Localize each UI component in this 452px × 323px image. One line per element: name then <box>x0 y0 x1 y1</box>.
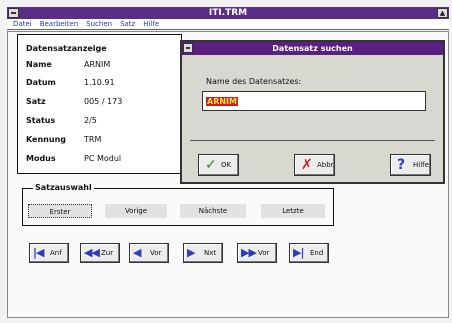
record-info-panel: Datensatzanzeige Name ARNIM Datum 1.10.9… <box>17 34 182 174</box>
menu-bar: Datei Bearbeiten Suchen Satz Hilfe <box>7 19 449 30</box>
nav-label: Vor <box>150 249 162 257</box>
menu-suchen[interactable]: Suchen <box>86 19 112 29</box>
info-value: PC Modul <box>84 154 122 163</box>
maximize-button[interactable]: ▲ <box>437 8 448 18</box>
question-mark-icon: ? <box>397 157 406 173</box>
record-select-group: Satzauswahl Erster Vorige Nächste Letzte <box>22 183 334 226</box>
info-label: Datum <box>26 78 56 87</box>
nav-label: Zur <box>101 249 114 257</box>
info-label: Status <box>26 116 56 125</box>
info-value: 2/5 <box>84 116 97 125</box>
info-heading: Datensatzanzeige <box>26 44 107 53</box>
dialog-title: Datensatz suchen <box>272 44 353 53</box>
menu-datei[interactable]: Datei <box>13 19 32 29</box>
ok-button[interactable]: ✓ OK <box>198 154 239 176</box>
dialog-prompt: Name des Datensatzes: <box>206 77 302 86</box>
last-record-button[interactable]: Letzte <box>261 204 325 218</box>
rewind-icon: ◀◀ <box>84 246 100 259</box>
info-row: Status 2/5 <box>26 116 176 128</box>
title-bar: ITI.TRM ▲ <box>7 7 449 19</box>
info-row: Modus PC Modul <box>26 154 176 166</box>
group-caption: Satzauswahl <box>33 183 94 192</box>
nav-label: Nxt <box>204 249 217 257</box>
dialog-title-bar: Datensatz suchen <box>182 42 443 55</box>
search-input[interactable]: ARNIM <box>202 91 426 111</box>
info-value: 005 / 173 <box>84 97 123 106</box>
app-window: ITI.TRM ▲ Datei Bearbeiten Suchen Satz H… <box>0 0 452 323</box>
cancel-button[interactable]: ✗ Abbr. <box>294 154 335 176</box>
window-title: ITI.TRM <box>208 8 248 18</box>
ok-button-label: OK <box>221 161 232 169</box>
nav-fast-forward-button[interactable]: ▶▶ Vor <box>237 243 277 263</box>
nav-prev-button[interactable]: ◀ Vor <box>129 243 169 263</box>
info-row: Satz 005 / 173 <box>26 97 176 109</box>
previous-record-button[interactable]: Vorige <box>105 204 167 218</box>
menu-hilfe[interactable]: Hilfe <box>143 19 159 29</box>
info-value: ARNIM <box>84 60 111 69</box>
nav-next-button[interactable]: ▶ Nxt <box>183 243 223 263</box>
info-value: TRM <box>84 135 102 144</box>
info-label: Modus <box>26 154 56 163</box>
next-record-button[interactable]: Nächste <box>180 204 246 218</box>
info-value: 1.10.91 <box>84 78 115 87</box>
nav-rewind-button[interactable]: ◀◀ Zur <box>80 243 120 263</box>
cross-icon: ✗ <box>301 157 313 173</box>
last-record-icon: ▶| <box>293 246 305 259</box>
nav-label: Vor <box>258 249 270 257</box>
info-row: Kennung TRM <box>26 135 176 147</box>
fast-forward-icon: ▶▶ <box>241 246 257 259</box>
menu-bearbeiten[interactable]: Bearbeiten <box>40 19 78 29</box>
nav-last-button[interactable]: ▶| End <box>289 243 329 263</box>
menu-satz[interactable]: Satz <box>120 19 135 29</box>
first-record-icon: |◀ <box>33 246 45 259</box>
help-button[interactable]: ? Hilfe <box>390 154 431 176</box>
search-input-value: ARNIM <box>206 97 238 106</box>
dialog-separator <box>190 140 435 141</box>
info-row: Datum 1.10.91 <box>26 78 176 90</box>
nav-first-button[interactable]: |◀ Anf <box>29 243 69 263</box>
next-icon: ▶ <box>187 246 196 259</box>
info-row: Name ARNIM <box>26 60 176 72</box>
checkmark-icon: ✓ <box>205 157 217 173</box>
prev-icon: ◀ <box>133 246 142 259</box>
nav-label: Anf <box>50 249 62 257</box>
info-label: Satz <box>26 97 46 106</box>
search-dialog: Datensatz suchen Name des Datensatzes: A… <box>180 40 445 184</box>
info-label: Kennung <box>26 135 66 144</box>
info-label: Name <box>26 60 52 69</box>
cancel-button-label: Abbr. <box>317 161 336 169</box>
nav-label: End <box>310 249 324 257</box>
first-record-button[interactable]: Erster <box>28 204 92 218</box>
help-button-label: Hilfe <box>413 161 429 169</box>
